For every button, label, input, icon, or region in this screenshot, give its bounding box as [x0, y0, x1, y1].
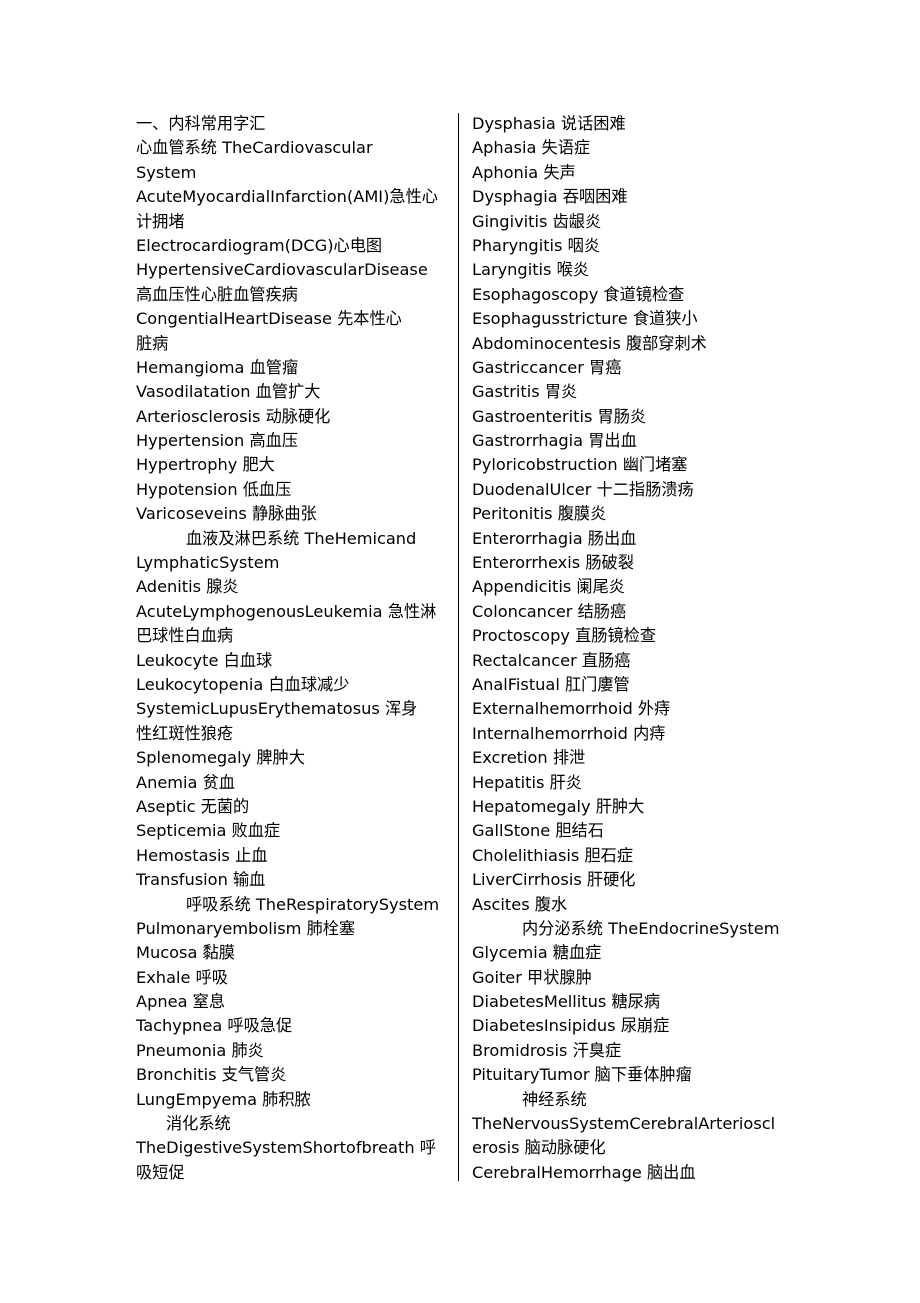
glossary-line: 消化系统 — [166, 1114, 231, 1134]
glossary-line: LungEmpyema 肺积脓 — [136, 1089, 311, 1109]
glossary-line: Enterorrhagia 肠出血 — [472, 528, 637, 548]
glossary-line: Dysphasia 说话困难 — [472, 114, 626, 133]
glossary-line: AcuteLymphogenousLeukemia 急性淋 — [136, 601, 437, 621]
glossary-line: 巴球性白血病 — [136, 626, 234, 646]
glossary-line: Rectalcancer 直肠癌 — [472, 650, 631, 670]
glossary-line: Laryngitis 喉炎 — [472, 260, 590, 280]
glossary-line: Glycemia 糖血症 — [472, 943, 602, 963]
glossary-line: Pharyngitis 咽炎 — [472, 235, 601, 255]
column-divider — [458, 113, 459, 1181]
glossary-line: Externalhemorrhoid 外痔 — [472, 699, 671, 719]
glossary-line: Hypotension 低血压 — [136, 479, 292, 499]
glossary-line: 呼吸系统 TheRespiratorySystem — [186, 894, 440, 914]
right-column: Dysphasia 说话困难 Aphasia 失语症 Aphonia 失声 Dysph… — [472, 112, 792, 1185]
glossary-line: Pyloricobstruction 幽门堵塞 — [472, 455, 688, 475]
glossary-line: Splenomegaly 脾肿大 — [136, 748, 305, 768]
left-column: 一、内科常用字汇心血管系统 TheCardiovascular System Acu… — [136, 112, 440, 1185]
glossary-line: DiabetesMellitus 糖尿病 — [472, 992, 661, 1012]
glossary-line: Internalhemorrhoid 内痔 — [472, 723, 666, 743]
glossary-line: Cholelithiasis 胆石症 — [472, 845, 634, 865]
glossary-line: 血液及淋巴系统 TheHemicand — [186, 528, 417, 548]
glossary-line: Vasodilatation 血管扩大 — [136, 382, 321, 402]
glossary-line: Gastrorrhagia 胃出血 — [472, 431, 637, 451]
glossary-line: AcuteMyocardialInfarction(AMI)急性心 — [136, 187, 438, 207]
glossary-line: Septicemia 败血症 — [136, 821, 281, 841]
glossary-line: Enterorrhexis 肠破裂 — [472, 553, 634, 573]
glossary-line: Aphonia 失声 — [472, 162, 576, 182]
glossary-line: 高血压性心脏血管疾病 — [136, 284, 298, 304]
glossary-line: Electrocardiogram(DCG)心电图 — [136, 235, 383, 255]
glossary-line: Hepatitis 肝炎 — [472, 772, 582, 792]
glossary-line: System — [136, 162, 197, 182]
glossary-line: PituitaryTumor 脑下垂体肿瘤 — [472, 1065, 692, 1085]
glossary-line: LymphaticSystem — [136, 553, 280, 573]
glossary-line: TheNervousSystemCerebralArterioscl — [472, 1114, 776, 1134]
glossary-line: Anemia 贫血 — [136, 772, 235, 792]
glossary-line: Gingivitis 齿龈炎 — [472, 211, 602, 231]
glossary-line: Goiter 甲状腺肿 — [472, 967, 592, 987]
glossary-line: Gastroenteritis 胃肠炎 — [472, 406, 647, 426]
glossary-line: Abdominocentesis 腹部穿刺术 — [472, 333, 707, 353]
glossary-line: Apnea 窒息 — [136, 992, 226, 1012]
glossary-line: Aphasia 失语症 — [472, 138, 591, 158]
glossary-line: Dysphagia 吞咽困难 — [472, 187, 628, 207]
glossary-line: Exhale 呼吸 — [136, 967, 228, 987]
glossary-line: Adenitis 腺炎 — [136, 577, 239, 597]
glossary-line: 计拥堵 — [136, 211, 185, 231]
glossary-line: Coloncancer 结肠癌 — [472, 601, 627, 621]
glossary-line: Gastritis 胃炎 — [472, 382, 578, 402]
glossary-line: Leukocyte 白血球 — [136, 650, 273, 670]
glossary-line: Esophagoscopy 食道镜检查 — [472, 284, 685, 304]
glossary-line: Arteriosclerosis 动脉硬化 — [136, 406, 331, 426]
glossary-line: Bronchitis 支气管炎 — [136, 1065, 287, 1085]
glossary-line: 心血管系统 TheCardiovascular — [136, 138, 373, 158]
glossary-line: Gastriccancer 胃癌 — [472, 357, 622, 377]
glossary-line: 内分泌系统 TheEndocrineSystem — [522, 918, 780, 938]
document-page: 一、内科常用字汇心血管系统 TheCardiovascular System Acu… — [0, 0, 920, 1303]
glossary-line: 性红斑性狼疮 — [136, 723, 234, 743]
glossary-line: Transfusion 输血 — [136, 870, 266, 890]
glossary-line: Mucosa 黏膜 — [136, 943, 235, 963]
glossary-line: 一、内科常用字汇 — [136, 114, 266, 133]
glossary-line: 吸短促 — [136, 1162, 185, 1182]
glossary-line: Leukocytopenia 白血球减少 — [136, 674, 350, 694]
glossary-line: Varicoseveins 静脉曲张 — [136, 504, 317, 524]
glossary-line: Ascites 腹水 — [472, 894, 568, 914]
glossary-line: AnalFistual 肛门廔管 — [472, 674, 630, 694]
glossary-line: 神经系统 — [522, 1089, 587, 1109]
glossary-line: Hypertension 高血压 — [136, 431, 299, 451]
glossary-line: Hemostasis 止血 — [136, 845, 268, 865]
glossary-line: TheDigestiveSystemShortofbreath 呼 — [136, 1138, 436, 1158]
glossary-line: Proctoscopy 直肠镜检查 — [472, 626, 657, 646]
glossary-line: Bromidrosis 汗臭症 — [472, 1040, 622, 1060]
glossary-line: 脏病 — [136, 333, 169, 353]
glossary-line: SystemicLupusErythematosus 浑身 — [136, 699, 418, 719]
glossary-line: HypertensiveCardiovascularDisease — [136, 260, 428, 280]
glossary-line: Appendicitis 阑尾炎 — [472, 577, 625, 597]
glossary-line: Aseptic 无菌的 — [136, 796, 250, 816]
glossary-line: DiabetesInsipidus 尿崩症 — [472, 1016, 670, 1036]
glossary-line: GallStone 胆结石 — [472, 821, 604, 841]
glossary-line: erosis 脑动脉硬化 — [472, 1138, 606, 1158]
glossary-line: DuodenalUlcer 十二指肠溃疡 — [472, 479, 694, 499]
glossary-line: Hemangioma 血管瘤 — [136, 357, 299, 377]
glossary-line: CerebralHemorrhage 脑出血 — [472, 1162, 696, 1182]
glossary-line: Pneumonia 肺炎 — [136, 1040, 264, 1060]
glossary-line: Peritonitis 腹膜炎 — [472, 504, 607, 524]
glossary-line: Pulmonaryembolism 肺栓塞 — [136, 918, 356, 938]
glossary-line: Tachypnea 呼吸急促 — [136, 1016, 293, 1036]
glossary-line: Excretion 排泄 — [472, 748, 586, 768]
glossary-line: CongentialHeartDisease 先本性心 — [136, 309, 402, 329]
glossary-line: Hypertrophy 肥大 — [136, 455, 275, 475]
glossary-line: Esophagusstricture 食道狭小 — [472, 309, 698, 329]
glossary-line: Hepatomegaly 肝肿大 — [472, 796, 645, 816]
glossary-line: LiverCirrhosis 肝硬化 — [472, 870, 636, 890]
